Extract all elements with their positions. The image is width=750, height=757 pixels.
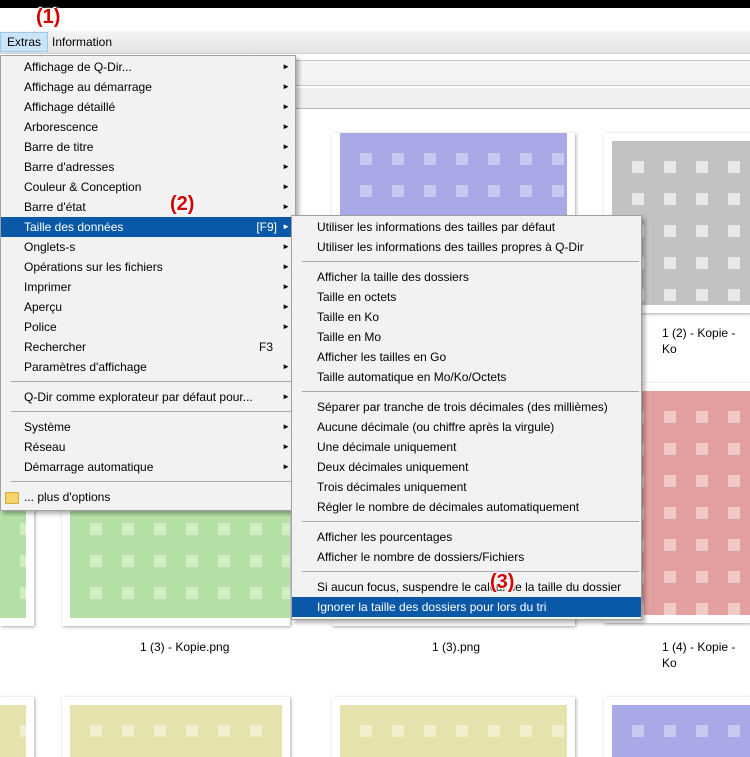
menu-item-title-bar[interactable]: Barre de titre ► — [1, 137, 295, 157]
thumbnail-caption: 1 (2) - Kopie - Ko — [662, 326, 736, 356]
menu-separator — [11, 481, 293, 482]
submenu-arrow-icon: ► — [282, 392, 290, 401]
submenu-arrow-icon: ► — [282, 282, 290, 291]
submenu-arrow-icon: ► — [282, 62, 290, 71]
annotation-badge-1: (1) — [36, 6, 61, 28]
menu-item-print[interactable]: Imprimer ► — [1, 277, 295, 297]
address-bar[interactable] — [240, 88, 750, 109]
menu-item-address-bar[interactable]: Barre d'adresses ► — [1, 157, 295, 177]
submenu-arrow-icon: ► — [282, 422, 290, 431]
submenu-item-size-auto[interactable]: Taille automatique en Mo/Ko/Octets — [292, 367, 641, 387]
submenu-item-show-folder-file-count[interactable]: Afficher le nombre de dossiers/Fichiers — [292, 547, 641, 567]
submenu-item-size-bytes[interactable]: Taille en octets — [292, 287, 641, 307]
submenu-arrow-icon: ► — [282, 202, 290, 211]
menu-item-display-settings[interactable]: Paramètres d'affichage ► — [1, 357, 295, 377]
submenu-item-thousands-separator[interactable]: Séparer par tranche de trois décimales (… — [292, 397, 641, 417]
submenu-arrow-icon: ► — [282, 182, 290, 191]
menu-item-search[interactable]: Rechercher F3 — [1, 337, 295, 357]
submenu-arrow-icon: ► — [282, 222, 290, 231]
menu-item-startup-display[interactable]: Affichage au démarrage ► — [1, 77, 295, 97]
menu-separator — [302, 571, 639, 572]
submenu-item-two-decimals[interactable]: Deux décimales uniquement — [292, 457, 641, 477]
window-top-border — [0, 0, 750, 8]
submenu-item-three-decimals[interactable]: Trois décimales uniquement — [292, 477, 641, 497]
menu-bar: Extras Information — [0, 31, 750, 54]
submenu-arrow-icon: ► — [282, 142, 290, 151]
submenu-item-size-mb[interactable]: Taille en Mo — [292, 327, 641, 347]
menu-item-data-size[interactable]: Taille des données [F9] ► — [1, 217, 295, 237]
thumbnail-yellow[interactable] — [62, 697, 290, 757]
menu-item-detailed-display[interactable]: Affichage détaillé ► — [1, 97, 295, 117]
submenu-arrow-icon: ► — [282, 242, 290, 251]
thumbnail-green-left[interactable] — [0, 503, 34, 626]
menu-item-more-options[interactable]: ... plus d'options — [1, 487, 295, 507]
submenu-item-size-kb[interactable]: Taille en Ko — [292, 307, 641, 327]
annotation-badge-2: (2) — [170, 193, 195, 215]
annotation-badge-3: (3) — [490, 571, 515, 593]
submenu-item-show-percentages[interactable]: Afficher les pourcentages — [292, 527, 641, 547]
menu-item-preview[interactable]: Aperçu ► — [1, 297, 295, 317]
menu-item-font[interactable]: Police ► — [1, 317, 295, 337]
menu-extras[interactable]: Extras — [0, 32, 49, 52]
menu-item-network[interactable]: Réseau ► — [1, 437, 295, 457]
menu-item-autostart[interactable]: Démarrage automatique ► — [1, 457, 295, 477]
menu-separator — [11, 381, 293, 382]
toolbar — [240, 60, 750, 86]
submenu-item-no-decimals[interactable]: Aucune décimale (ou chiffre après la vir… — [292, 417, 641, 437]
thumbnail-caption: 1 (3) - Kopie.png — [140, 640, 230, 654]
menu-item-qdir-display[interactable]: Affichage de Q-Dir... ► — [1, 57, 295, 77]
submenu-arrow-icon: ► — [282, 102, 290, 111]
submenu-item-show-folder-size[interactable]: Afficher la taille des dossiers — [292, 267, 641, 287]
menu-separator — [302, 521, 639, 522]
menu-item-tree[interactable]: Arborescence ► — [1, 117, 295, 137]
submenu-arrow-icon: ► — [282, 82, 290, 91]
submenu-item-suspend-calc[interactable]: Si aucun focus, suspendre le calcul de l… — [292, 577, 641, 597]
menu-separator — [302, 391, 639, 392]
thumbnail-yellow-left[interactable] — [0, 697, 34, 757]
menu-separator — [11, 411, 293, 412]
menu-separator — [302, 261, 639, 262]
menu-information[interactable]: Information — [46, 33, 118, 51]
submenu-item-size-gb[interactable]: Afficher les tailles en Go — [292, 347, 641, 367]
submenu-item-one-decimal[interactable]: Une décimale uniquement — [292, 437, 641, 457]
menu-item-color-design[interactable]: Couleur & Conception ► — [1, 177, 295, 197]
submenu-arrow-icon: ► — [282, 442, 290, 451]
submenu-arrow-icon: ► — [282, 362, 290, 371]
thumbnail-caption: 1 (4) - Kopie - Ko — [662, 640, 736, 670]
folder-icon — [5, 492, 19, 504]
thumbnail-green[interactable] — [62, 503, 290, 626]
submenu-item-ignore-folder-size-sort[interactable]: Ignorer la taille des dossiers pour lors… — [292, 597, 641, 617]
submenu-arrow-icon: ► — [282, 322, 290, 331]
data-size-submenu: Utiliser les informations des tailles pa… — [291, 215, 642, 620]
submenu-item-qdir-size-info[interactable]: Utiliser les informations des tailles pr… — [292, 237, 641, 257]
submenu-arrow-icon: ► — [282, 462, 290, 471]
thumbnail-blue-2[interactable] — [604, 697, 750, 757]
extras-menu: Affichage de Q-Dir... ► Affichage au déma… — [0, 55, 296, 511]
submenu-arrow-icon: ► — [282, 122, 290, 131]
menu-item-status-bar[interactable]: Barre d'état ► — [1, 197, 295, 217]
submenu-item-auto-decimals[interactable]: Régler le nombre de décimales automatiqu… — [292, 497, 641, 517]
submenu-item-default-size-info[interactable]: Utiliser les informations des tailles pa… — [292, 217, 641, 237]
menu-item-system[interactable]: Système ► — [1, 417, 295, 437]
submenu-arrow-icon: ► — [282, 302, 290, 311]
thumbnail-yellow-2[interactable] — [332, 697, 575, 757]
submenu-arrow-icon: ► — [282, 262, 290, 271]
menu-item-file-operations[interactable]: Opérations sur les fichiers ► — [1, 257, 295, 277]
thumbnail-caption: 1 (3).png — [432, 640, 481, 654]
submenu-arrow-icon: ► — [282, 162, 290, 171]
menu-item-default-explorer[interactable]: Q-Dir comme explorateur par défaut pour.… — [1, 387, 295, 407]
menu-item-tabs[interactable]: Onglets-s ► — [1, 237, 295, 257]
